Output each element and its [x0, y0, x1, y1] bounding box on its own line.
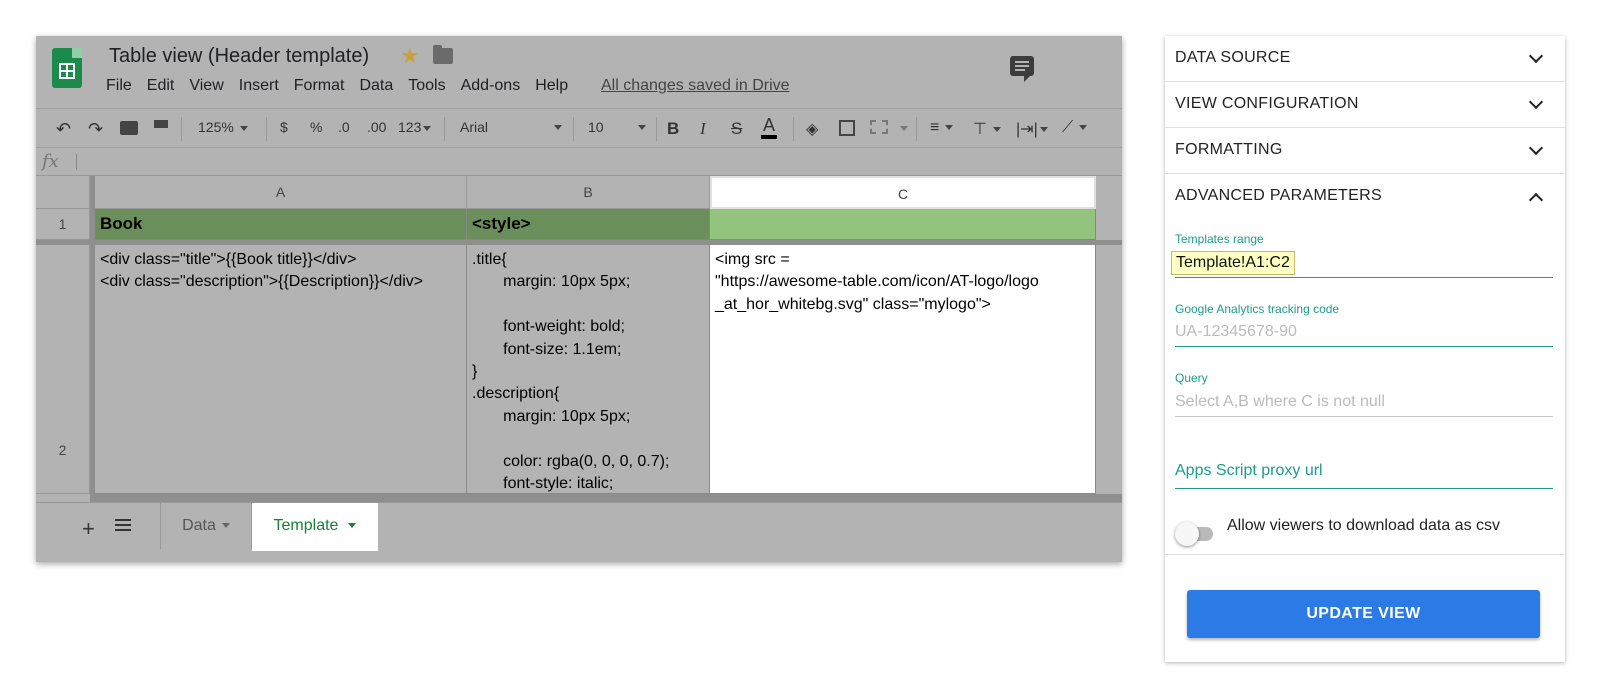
menu-view[interactable]: View	[189, 77, 223, 95]
redo-icon[interactable]: ↷	[88, 119, 103, 140]
merge-dropdown-icon[interactable]	[894, 119, 908, 135]
section-formatting[interactable]: FORMATTING	[1165, 128, 1565, 174]
row-header-1[interactable]: 1	[36, 209, 90, 240]
text-color-button[interactable]: A	[761, 115, 778, 139]
paint-format-icon[interactable]	[154, 120, 168, 128]
toolbar: ↶ ↷ 125% $ % .0 .00 123 Arial 10 B I S A…	[36, 108, 1122, 148]
font-family-value: Arial	[460, 119, 489, 135]
cell-c1[interactable]	[710, 209, 1096, 240]
undo-icon[interactable]: ↶	[56, 119, 71, 140]
strikethrough-button[interactable]: S	[731, 119, 742, 139]
column-header-c[interactable]: C	[710, 176, 1096, 209]
cell-b1[interactable]: <style>	[467, 209, 710, 240]
fx-icon: fx	[42, 151, 59, 172]
folder-icon[interactable]	[433, 45, 453, 64]
horizontal-align-icon[interactable]: ≡	[930, 119, 954, 137]
cell-a2[interactable]: <div class="title">{{Book title}}</div> …	[95, 245, 467, 494]
cell-b2[interactable]: .title{ margin: 10px 5px; font-weight: b…	[467, 245, 710, 494]
section-view-configuration[interactable]: VIEW CONFIGURATION	[1165, 82, 1565, 128]
tab-data[interactable]: Data	[160, 503, 252, 549]
font-size-value: 10	[588, 119, 604, 135]
currency-format-button[interactable]: $	[280, 119, 288, 135]
cell-a1[interactable]: Book	[95, 209, 467, 240]
chevron-down-icon	[1528, 48, 1544, 64]
query-label: Query	[1175, 371, 1208, 385]
ga-tracking-label: Google Analytics tracking code	[1175, 302, 1340, 316]
menu-help[interactable]: Help	[535, 77, 568, 95]
add-sheet-button[interactable]: +	[82, 516, 95, 542]
zoom-select[interactable]: 125%	[198, 119, 248, 135]
panel-divider	[1165, 554, 1565, 555]
menu-addons[interactable]: Add-ons	[461, 77, 521, 95]
chevron-down-icon	[1528, 94, 1544, 110]
select-all-corner[interactable]	[36, 176, 90, 209]
csv-download-label: Allow viewers to download data as csv	[1227, 517, 1501, 534]
section-advanced-parameters[interactable]: ADVANCED PARAMETERS	[1165, 174, 1565, 220]
section-data-source[interactable]: DATA SOURCE	[1165, 36, 1565, 82]
ga-tracking-input[interactable]: UA-12345678-90	[1175, 317, 1553, 347]
star-icon[interactable]: ★	[400, 43, 420, 69]
menu-tools[interactable]: Tools	[408, 77, 445, 95]
formula-bar[interactable]: fx	[36, 148, 1122, 176]
borders-icon[interactable]	[839, 120, 855, 136]
formula-divider	[76, 154, 77, 170]
section-label: DATA SOURCE	[1175, 49, 1291, 66]
proxy-url-underline	[1175, 488, 1553, 489]
spreadsheet-window: Table view (Header template) ★ File Edit…	[36, 36, 1122, 562]
query-input[interactable]: Select A,B where C is not null	[1175, 387, 1553, 417]
cell-c2[interactable]: <img src = "https://awesome-table.com/ic…	[710, 245, 1096, 494]
bold-button[interactable]: B	[667, 119, 679, 139]
csv-download-toggle[interactable]	[1175, 520, 1217, 546]
row-header-2[interactable]: 2	[36, 245, 90, 494]
vertical-align-icon[interactable]: ⊤	[973, 119, 1001, 139]
tab-template[interactable]: Template	[252, 503, 378, 551]
section-label: FORMATTING	[1175, 141, 1283, 158]
update-view-button[interactable]: UPDATE VIEW	[1187, 590, 1540, 638]
decrease-decimals-button[interactable]: .0	[338, 119, 350, 135]
more-formats-select[interactable]: 123	[398, 119, 432, 135]
font-size-select[interactable]: 10	[588, 119, 646, 135]
templates-range-value: Template!A1:C2	[1171, 251, 1295, 275]
settings-panel: DATA SOURCE VIEW CONFIGURATION FORMATTIN…	[1165, 36, 1565, 662]
sheet-tab-bar: + Data Template	[36, 502, 1122, 562]
section-label: VIEW CONFIGURATION	[1175, 95, 1359, 112]
column-header-a[interactable]: A	[95, 176, 467, 209]
menu-data[interactable]: Data	[359, 77, 393, 95]
sheets-logo-icon[interactable]	[52, 48, 82, 88]
menu-insert[interactable]: Insert	[239, 77, 279, 95]
save-status-link[interactable]: All changes saved in Drive	[601, 77, 790, 95]
section-label: ADVANCED PARAMETERS	[1175, 187, 1382, 204]
more-formats-label: 123	[398, 119, 422, 135]
proxy-url-input[interactable]: Apps Script proxy url	[1175, 462, 1323, 480]
templates-range-input[interactable]: Template!A1:C2	[1171, 248, 1553, 278]
toggle-knob	[1175, 522, 1199, 546]
menu-file[interactable]: File	[106, 77, 132, 95]
text-rotation-icon[interactable]: ⟋	[1062, 119, 1088, 137]
tab-data-label: Data	[182, 517, 216, 534]
column-header-b[interactable]: B	[467, 176, 710, 209]
chevron-down-icon	[1528, 140, 1544, 156]
merge-cells-icon[interactable]	[870, 120, 888, 134]
menu-bar: File Edit View Insert Format Data Tools …	[106, 77, 583, 95]
increase-decimals-button[interactable]: .00	[367, 119, 386, 135]
print-icon[interactable]	[120, 121, 138, 135]
menu-format[interactable]: Format	[294, 77, 345, 95]
fill-color-icon[interactable]: ◈	[806, 119, 818, 139]
percent-format-button[interactable]: %	[310, 119, 322, 135]
text-wrapping-icon[interactable]: |⇥|	[1016, 119, 1048, 139]
horizontal-scrollbar[interactable]	[90, 494, 1122, 502]
menu-edit[interactable]: Edit	[147, 77, 175, 95]
tab-template-label: Template	[273, 517, 339, 534]
document-title[interactable]: Table view (Header template)	[109, 45, 369, 68]
chevron-up-icon	[1528, 192, 1544, 208]
italic-button[interactable]: I	[700, 119, 706, 139]
zoom-value: 125%	[198, 119, 234, 135]
all-sheets-list-icon[interactable]	[115, 519, 131, 533]
templates-range-label: Templates range	[1175, 232, 1264, 246]
font-family-select[interactable]: Arial	[460, 119, 562, 135]
comment-icon[interactable]	[1010, 56, 1034, 82]
